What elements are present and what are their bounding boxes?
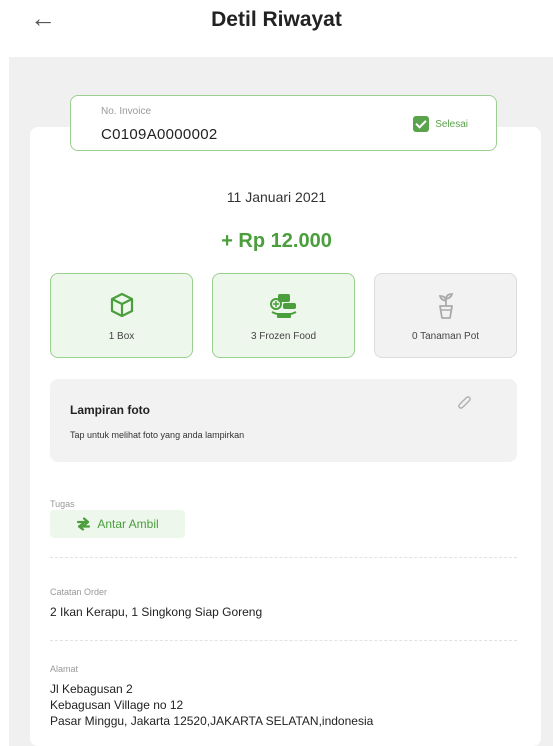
status-text: Selesai [435, 118, 468, 130]
invoice-card: No. Invoice C0109A0000002 Selesai [70, 95, 497, 151]
invoice-label: No. Invoice [101, 106, 152, 117]
frozen-food-icon [269, 294, 296, 318]
app-header: ← Detil Riwayat [0, 0, 553, 42]
page-title: Detil Riwayat [211, 8, 342, 31]
category-box[interactable]: 1 Box [50, 273, 193, 358]
attachment-title: Lampiran foto [70, 403, 150, 417]
section-divider [50, 640, 517, 641]
task-label: Tugas [50, 499, 75, 509]
category-label: 3 Frozen Food [250, 331, 317, 342]
order-note-label: Catatan Order [50, 587, 108, 597]
swap-arrows-icon [77, 517, 91, 531]
category-label: 1 Box [108, 331, 135, 342]
checkbox-checked-icon [413, 116, 430, 132]
transaction-amount: + Rp 12.000 [221, 230, 332, 252]
task-value: Antar Ambil [97, 517, 159, 531]
category-label: 0 Tanaman Pot [411, 331, 480, 342]
category-frozen-food[interactable]: 3 Frozen Food [212, 273, 355, 358]
box-icon [110, 292, 133, 318]
section-divider [50, 557, 517, 558]
address-label: Alamat [50, 664, 79, 674]
address-line-3: Pasar Minggu, Jakarta 12520,JAKARTA SELA… [50, 714, 374, 728]
attachment-subtitle: Tap untuk melihat foto yang anda lampirk… [70, 430, 245, 440]
address-line-1: Jl Kebagusan 2 [50, 682, 133, 696]
task-chip: Antar Ambil [50, 510, 185, 538]
order-note-value: 2 Ikan Kerapu, 1 Singkong Siap Goreng [50, 605, 263, 619]
invoice-number: C0109A0000002 [101, 126, 218, 143]
transaction-date: 11 Januari 2021 [226, 189, 327, 205]
status-badge: Selesai [413, 116, 468, 132]
address-line-2: Kebagusan Village no 12 [50, 698, 184, 712]
category-potted-plant[interactable]: 0 Tanaman Pot [374, 273, 517, 358]
potted-plant-icon [438, 293, 453, 319]
photo-attachment[interactable]: Lampiran foto Tap untuk melihat foto yan… [50, 379, 517, 462]
paperclip-icon [458, 396, 471, 409]
